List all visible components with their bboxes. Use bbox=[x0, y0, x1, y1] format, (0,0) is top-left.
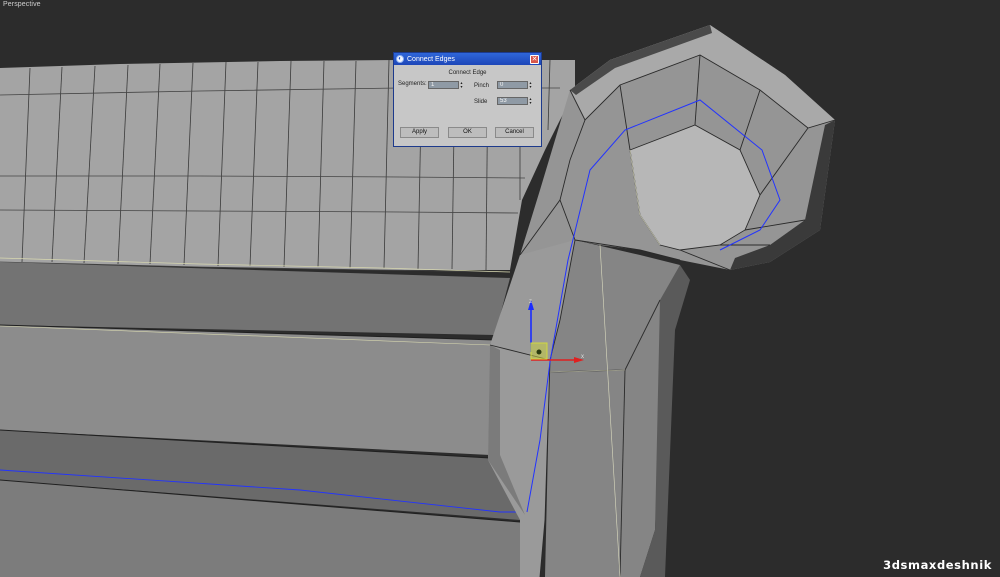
pinch-spinner-arrows[interactable]: ▲ ▼ bbox=[528, 81, 533, 89]
slide-label: Slide bbox=[474, 99, 488, 105]
segments-label: Segments: bbox=[398, 81, 427, 87]
viewport-label[interactable]: Perspective bbox=[3, 1, 41, 8]
seat-back-face bbox=[0, 262, 510, 335]
apply-button[interactable]: Apply bbox=[400, 127, 439, 138]
segments-spinner-arrows[interactable]: ▲ ▼ bbox=[459, 81, 464, 89]
watermark: 3dsmaxdeshnik bbox=[883, 558, 992, 572]
slide-spinner[interactable]: 53 ▲ ▼ bbox=[497, 97, 533, 105]
perspective-viewport[interactable]: z x Perspective ◐ Connect Edges ✕ Connec… bbox=[0, 0, 1000, 577]
gizmo-center[interactable] bbox=[536, 349, 542, 355]
max-app-icon: ◐ bbox=[396, 55, 404, 63]
group-title: Connect Edge bbox=[448, 70, 487, 76]
close-icon: ✕ bbox=[531, 55, 538, 63]
slide-input[interactable]: 53 bbox=[497, 97, 528, 105]
close-button[interactable]: ✕ bbox=[530, 54, 539, 64]
slide-spinner-arrows[interactable]: ▲ ▼ bbox=[528, 97, 533, 105]
pinch-label: Pinch bbox=[474, 83, 490, 89]
connect-edges-dialog: ◐ Connect Edges ✕ Connect Edge Segments:… bbox=[393, 52, 542, 147]
segments-spinner[interactable]: 1 ▲ ▼ bbox=[428, 81, 464, 89]
spinner-down-icon[interactable]: ▼ bbox=[528, 85, 533, 89]
segments-input[interactable]: 1 bbox=[428, 81, 459, 89]
gizmo-x-label: x bbox=[581, 354, 584, 360]
ok-button[interactable]: OK bbox=[448, 127, 487, 138]
dialog-titlebar[interactable]: ◐ Connect Edges ✕ bbox=[394, 53, 541, 65]
pinch-input[interactable]: 0 bbox=[497, 81, 528, 89]
cancel-button[interactable]: Cancel bbox=[495, 127, 534, 138]
dialog-title: Connect Edges bbox=[407, 55, 455, 63]
pinch-spinner[interactable]: 0 ▲ ▼ bbox=[497, 81, 533, 89]
spinner-down-icon[interactable]: ▼ bbox=[459, 85, 464, 89]
spinner-down-icon[interactable]: ▼ bbox=[528, 101, 533, 105]
gizmo-z-label: z bbox=[529, 299, 532, 305]
